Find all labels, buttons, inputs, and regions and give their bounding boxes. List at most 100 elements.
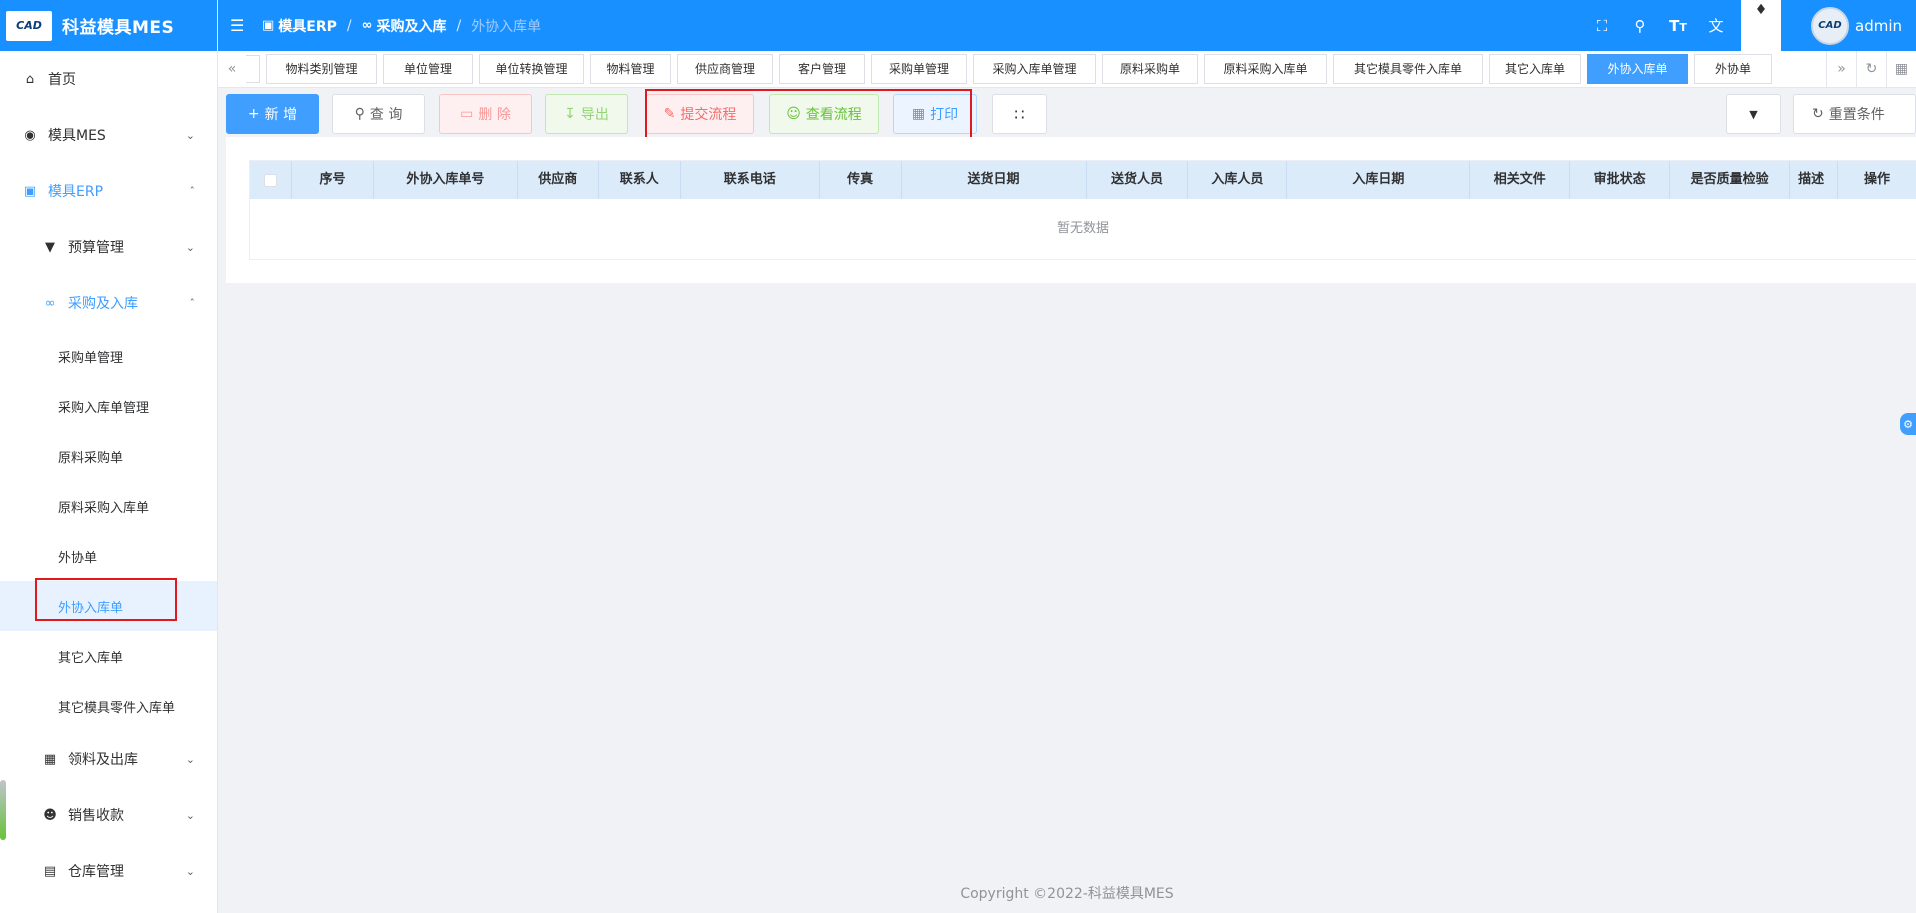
column-header: 入库人员 [1188,161,1288,199]
column-header: 外协入库单号 [374,161,518,199]
sidebar-item-sales[interactable]: ☻ 销售收款 ⌄ [0,787,217,843]
reset-button-label: 重置条件 [1828,107,1885,123]
tab-item-active[interactable]: 外协入库单 [1587,54,1688,84]
tab-item[interactable]: 采购入库单管理 [973,54,1096,84]
settings-gear-icon[interactable]: ⚙ [1900,413,1916,435]
tabs-bar: « 物料类别管理 单位管理 单位转换管理 物料管理 供应商管理 客户管理 采购单… [218,51,1916,88]
tab-item[interactable]: 单位转换管理 [479,54,584,84]
top-header: ☰ ▣ 模具ERP / ∞ 采购及入库 / 外协入库单 ⛶ ⚲ TT 文 ♦ CAD… [218,0,1916,51]
font-size-icon[interactable]: TT [1659,17,1697,35]
language-icon[interactable]: 文 [1697,15,1735,36]
logo: CAD [6,10,52,41]
tabs-scroll-left-icon[interactable]: « [218,61,246,77]
sidebar-item-label: 预算管理 [68,240,124,256]
logo-bar: CAD 科益模具MES [0,0,217,51]
grid-menu-icon[interactable]: ▦ [1886,51,1916,88]
plus-icon: + [247,106,260,122]
tab-item[interactable]: 其它入库单 [1489,54,1581,84]
menu-toggle-icon[interactable]: ☰ [230,16,248,35]
tab-item[interactable]: 采购单管理 [871,54,967,84]
trash-icon: ▭ [460,106,474,122]
query-button[interactable]: ⚲ 查 询 [332,94,425,134]
export-button[interactable]: ↧ 导出 [545,94,628,134]
delete-button-label: 删 除 [478,107,511,123]
breadcrumb-item[interactable]: ▣ 模具ERP [262,16,337,36]
query-button-label: 查 询 [369,107,403,123]
tab-item[interactable]: 外协单 [1694,54,1772,84]
tabs-scroll-right-icon[interactable]: » [1826,51,1856,88]
column-header: 供应商 [518,161,599,199]
tab-item[interactable]: 其它模具零件入库单 [1333,54,1483,84]
tabs-actions: » ↻ ▦ [1826,51,1916,88]
empty-state: 暂无数据 [1056,221,1109,236]
sidebar-subitem[interactable]: 原料采购入库单 [0,481,217,531]
sidebar-item-label: 首页 [48,72,76,88]
tab-item[interactable]: 单位管理 [383,54,473,84]
chevron-down-icon: ⌄ [185,808,195,822]
sidebar-item-erp[interactable]: ▣ 模具ERP ˆ [0,163,217,219]
tab-item[interactable]: 供应商管理 [677,54,773,84]
sidebar-subitem[interactable]: 采购入库单管理 [0,381,217,431]
column-header: 审批状态 [1570,161,1671,199]
user-name: admin [1855,16,1902,35]
bag-icon: ▣ [23,183,37,199]
sidebar-item-home[interactable]: ⌂ 首页 [0,51,217,107]
sidebar-item-label: 销售收款 [68,808,124,824]
fullscreen-icon[interactable]: ⛶ [1583,17,1621,35]
highlight-box-active-menu [35,578,177,621]
sidebar-subitem[interactable]: 其它模具零件入库单 [0,681,217,731]
breadcrumb-item[interactable]: ∞ 采购及入库 [362,16,447,36]
sidebar-item-budget[interactable]: ▼ 预算管理 ⌄ [0,219,217,275]
scrollbar[interactable] [0,780,6,840]
expand-filter-button[interactable]: ▼ [1726,94,1781,134]
bell-icon[interactable]: ♦ [1741,0,1781,51]
tab-item[interactable]: 原料采购入库单 [1204,54,1327,84]
sidebar-item-purchase[interactable]: ∞ 采购及入库 ˆ [0,275,217,331]
sidebar-item-mes[interactable]: ◉ 模具MES ⌄ [0,107,217,163]
tab-item[interactable]: 客户管理 [779,54,865,84]
search-icon: ⚲ [354,106,365,122]
reset-conditions-button[interactable]: ↻ 重置条件 [1793,94,1916,134]
add-button[interactable]: + 新 增 [226,94,319,134]
chevron-up-icon: ˆ [189,296,196,310]
select-all-checkbox[interactable] [263,173,277,187]
column-header: 入库日期 [1287,161,1471,199]
tab-item[interactable]: 物料管理 [590,54,671,84]
sidebar-subitem[interactable]: 外协单 [0,531,217,581]
app-title: 科益模具MES [62,18,175,38]
search-icon[interactable]: ⚲ [1621,17,1659,35]
column-header: 是否质量检验 [1670,161,1791,199]
breadcrumb-separator: / [346,17,352,34]
sidebar-item-warehouse[interactable]: ▤ 仓库管理 ⌄ [0,843,217,899]
sidebar-item-label: 领料及出库 [68,752,138,768]
user-menu[interactable]: CAD admin [1811,6,1902,45]
sidebar: CAD 科益模具MES ⌂ 首页 ◉ 模具MES ⌄ ▣ 模具ERP ˆ ▼ 预… [0,0,218,913]
add-button-label: 新 增 [264,107,298,123]
sidebar-item-picking[interactable]: ▦ 领料及出库 ⌄ [0,731,217,787]
download-icon: ↧ [564,106,576,122]
export-button-label: 导出 [580,107,609,123]
grid-icon: ∷ [1014,104,1025,124]
sidebar-subitem[interactable]: 原料采购单 [0,431,217,481]
column-header: 序号 [292,161,374,199]
breadcrumb-label: 采购及入库 [376,18,447,35]
tab-item[interactable]: 物料类别管理 [266,54,377,84]
sidebar-subitem[interactable]: 其它入库单 [0,631,217,681]
chevron-down-icon: ⌄ [185,752,195,766]
delete-button[interactable]: ▭ 删 除 [439,94,532,134]
refresh-icon[interactable]: ↻ [1856,51,1886,88]
sidebar-item-label: 仓库管理 [68,864,124,880]
user-icon: ☻ [43,807,57,823]
column-settings-button[interactable]: ∷ [992,94,1047,134]
chevron-down-icon: ⌄ [185,240,195,254]
breadcrumb-current: 外协入库单 [471,18,542,35]
camera-icon: ◉ [24,127,36,143]
table-header: 序号 外协入库单号 供应商 联系人 联系电话 传真 送货日期 送货人员 入库人员… [250,161,1916,199]
sidebar-menu: ⌂ 首页 ◉ 模具MES ⌄ ▣ 模具ERP ˆ ▼ 预算管理 ⌄ ∞ 采购及入… [0,51,217,899]
sidebar-subitem[interactable]: 采购单管理 [0,331,217,381]
caret-down-icon: ▼ [1749,107,1758,121]
chevron-down-icon: ⌄ [185,128,195,142]
sidebar-item-label: 模具ERP [48,184,104,200]
column-header: 送货人员 [1087,161,1189,199]
tab-item[interactable]: 原料采购单 [1102,54,1198,84]
